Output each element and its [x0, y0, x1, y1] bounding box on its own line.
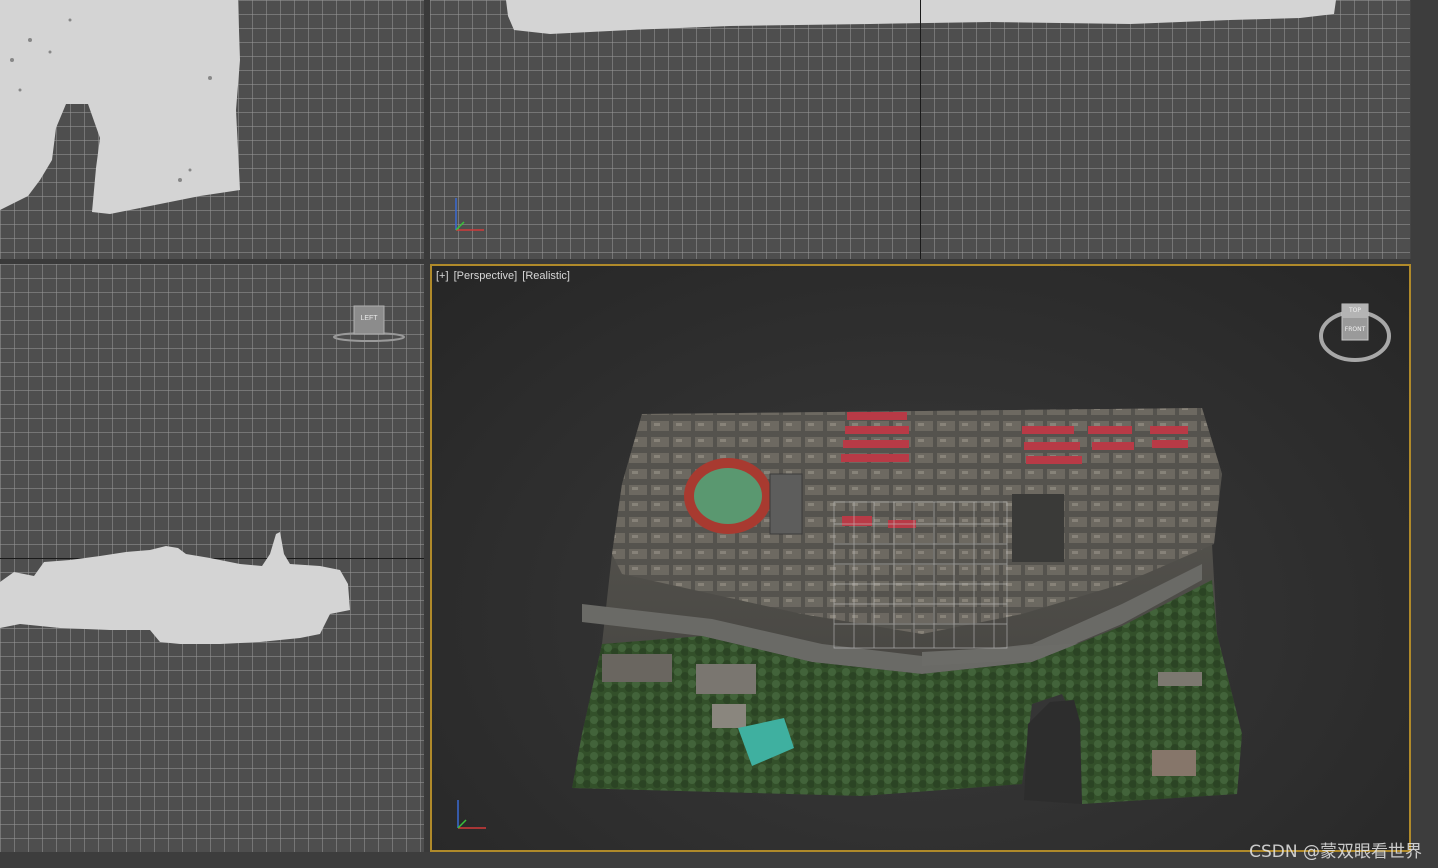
right-panel-strip [1411, 0, 1438, 868]
city-mesh-model [572, 408, 1242, 804]
viewport-shading-label[interactable]: [Realistic] [522, 270, 570, 282]
viewport-view-label[interactable]: [Perspective] [454, 270, 518, 282]
viewcube-perspective[interactable]: TOP FRONT [1318, 300, 1392, 364]
viewport-front[interactable] [430, 0, 1410, 259]
viewcube-left[interactable]: LEFT [332, 304, 406, 344]
3d-editor-app: LEFT [+] [Perspective] [Realistic] TOP F… [0, 0, 1438, 868]
viewcube-left-label: LEFT [360, 315, 378, 322]
viewcube-front-label: FRONT [1344, 326, 1366, 333]
world-axis-vertical [920, 0, 921, 259]
axis-tripod-icon [457, 800, 486, 829]
viewport-splitter-vertical[interactable] [424, 0, 430, 868]
watermark-text: CSDN @蒙双眼看世界 [1249, 842, 1422, 862]
viewport-menu-plus[interactable]: [+] [436, 270, 449, 282]
viewport-label: [+] [Perspective] [Realistic] [436, 270, 572, 282]
viewcube-top-label: TOP [1348, 307, 1361, 314]
point-cloud-top-view [0, 0, 240, 214]
axis-tripod-icon [455, 198, 484, 231]
viewport-perspective[interactable]: [+] [Perspective] [Realistic] TOP FRONT [430, 264, 1411, 852]
viewport-splitter-horizontal[interactable] [0, 259, 1438, 264]
viewport-left[interactable]: LEFT [0, 264, 424, 852]
bottom-panel-strip [0, 852, 1438, 868]
viewport-top[interactable] [0, 0, 424, 259]
point-cloud-left-view [0, 532, 350, 644]
